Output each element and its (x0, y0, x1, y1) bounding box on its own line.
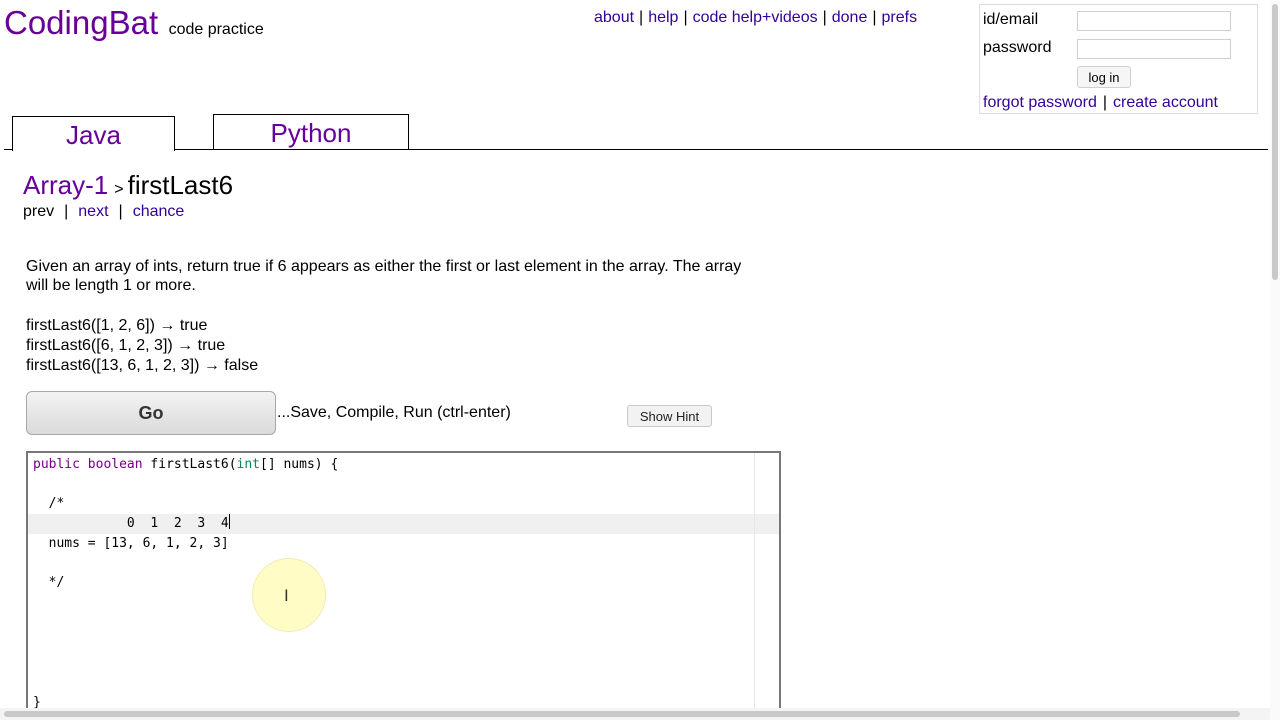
problem-description: Given an array of ints, return true if 6… (26, 258, 742, 294)
tab-python[interactable]: Python (213, 114, 409, 150)
tab-java[interactable]: Java (12, 116, 175, 151)
password-input[interactable] (1077, 39, 1231, 59)
prev-label: prev (23, 203, 55, 220)
breadcrumb: Array-1 > firstLast6 (23, 170, 233, 201)
mouse-highlight (253, 559, 325, 631)
chance-link[interactable]: chance (133, 203, 185, 220)
brand-name[interactable]: CodingBat (4, 4, 158, 41)
code-line[interactable]: /* (33, 494, 65, 514)
code-editor[interactable]: public boolean firstLast6(int[] nums) { … (26, 451, 781, 720)
code-line[interactable]: nums = [13, 6, 1, 2, 3] (33, 534, 229, 554)
ibeam-cursor-icon: I (284, 586, 289, 605)
examples-list: firstLast6([1, 2, 6]) → true firstLast6(… (26, 316, 258, 376)
nav-done-link[interactable]: done (832, 9, 868, 26)
go-caption: ...Save, Compile, Run (ctrl-enter) (277, 404, 511, 421)
tab-divider (4, 149, 1268, 150)
id-email-label: id/email (983, 11, 1039, 28)
nav-code-help-videos-link[interactable]: code help+videos (693, 9, 818, 26)
show-hint-button[interactable]: Show Hint (627, 405, 712, 427)
id-email-input[interactable] (1077, 11, 1231, 31)
password-label: password (983, 39, 1052, 56)
horizontal-scrollbar[interactable] (0, 708, 1270, 720)
brand-tagline: code practice (168, 21, 264, 38)
log-in-button[interactable]: log in (1077, 66, 1131, 88)
code-line[interactable]: public boolean firstLast6(int[] nums) { (33, 455, 338, 475)
breadcrumb-separator: > (114, 181, 124, 198)
go-button[interactable]: Go (26, 391, 276, 435)
code-line[interactable]: */ (33, 573, 65, 593)
vertical-scrollbar[interactable] (1270, 0, 1280, 720)
problem-nav: prev | next | chance (23, 203, 185, 220)
example-item: firstLast6([1, 2, 6]) → true (26, 317, 208, 334)
text-cursor (228, 514, 230, 529)
editor-margin-line (754, 453, 755, 720)
login-links: forgot password | create account (983, 94, 1218, 111)
example-item: firstLast6([6, 1, 2, 3]) → true (26, 337, 226, 354)
nav-prefs-link[interactable]: prefs (882, 9, 918, 26)
breadcrumb-section-link[interactable]: Array-1 (23, 170, 108, 200)
top-nav: about | help | code help+videos | done | prefs (594, 9, 918, 26)
nav-about-link[interactable]: about (594, 9, 634, 26)
nav-help-link[interactable]: help (648, 9, 678, 26)
problem-title: firstLast6 (127, 170, 234, 200)
vertical-scroll-thumb[interactable] (1272, 4, 1278, 280)
site-logo[interactable]: CodingBat code practice (4, 4, 264, 42)
horizontal-scroll-thumb[interactable] (4, 711, 1240, 717)
code-line[interactable]: 0 1 2 3 4 (33, 514, 230, 534)
forgot-password-link[interactable]: forgot password (983, 94, 1097, 111)
next-link[interactable]: next (78, 203, 108, 220)
create-account-link[interactable]: create account (1113, 94, 1218, 111)
login-box: id/email password log in forgot password… (979, 4, 1258, 114)
example-item: firstLast6([13, 6, 1, 2, 3]) → false (26, 357, 259, 374)
